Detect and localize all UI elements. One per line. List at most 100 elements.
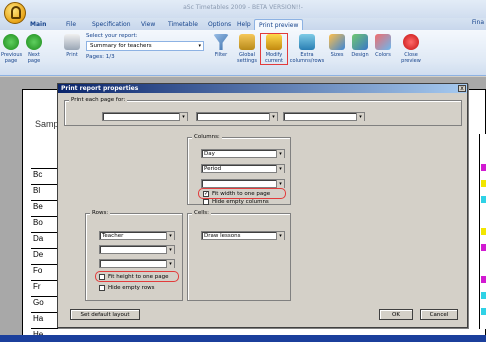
menu-tabs: Main File Specification View Timetable O… [0,18,486,30]
tab-view[interactable]: View [137,19,159,30]
row-label: Da [33,234,44,243]
chevron-down-icon: ▾ [356,113,364,121]
chevron-down-icon: ▾ [276,180,284,188]
row-label: Bl [33,186,41,195]
power-icon [403,34,419,50]
rows-select-1-value: Teacher [102,233,124,239]
pages-indicator: Pages: 1/3 [86,54,115,60]
print-button[interactable]: Print [62,34,82,58]
arrow-right-icon [26,34,42,50]
chevron-down-icon: ▾ [269,113,277,121]
global-settings-label: Global settings [237,52,257,64]
close-icon[interactable]: x [458,85,466,92]
rows-select-2[interactable]: ▾ [99,245,175,254]
columns-select-1-value: Day [204,151,215,157]
previous-page-button[interactable]: Previous page [1,34,22,64]
chevron-down-icon: ▾ [276,150,284,158]
chevron-down-icon: ▾ [276,232,284,240]
cancel-button[interactable]: Cancel [420,309,458,320]
row-label: Fr [33,282,41,291]
lesson-cell [481,196,486,203]
lesson-cell [481,308,486,315]
extra-columns-rows-button[interactable]: Extra columns/rows [289,34,325,64]
chevron-down-icon: ▾ [166,246,174,254]
print-each-page-group: Print each page for: ▾ ▾ ▾ [64,97,462,126]
arrow-left-icon [3,34,19,50]
global-settings-button[interactable]: Global settings [234,34,260,64]
page-for-select-3[interactable]: ▾ [283,112,365,121]
select-report-label: Select your report: [86,33,138,39]
rows-select-1[interactable]: Teacher ▾ [99,231,175,240]
columns-select-3[interactable]: ▾ [201,179,285,188]
row-label: Ha [33,314,44,323]
lesson-cell [481,276,486,283]
columns-select-1[interactable]: Day ▾ [201,149,285,158]
checkbox-box [203,199,209,205]
highlight-oval [95,271,179,282]
row-label: De [33,250,44,259]
sizes-icon [329,34,345,50]
print-label: Print [66,52,78,58]
filter-button[interactable]: Filter [211,34,231,58]
row-label: Go [33,298,44,307]
chevron-down-icon: ▾ [198,43,201,49]
design-button[interactable]: Design [349,34,371,58]
columns-select-2[interactable]: Period ▾ [201,164,285,173]
hide-empty-columns-checkbox[interactable]: Hide empty columns [203,199,269,206]
ok-button[interactable]: OK [379,309,413,320]
tab-help[interactable]: Help [233,19,255,30]
modify-icon [266,34,282,50]
page-for-select-1[interactable]: ▾ [102,112,188,121]
page-for-select-2[interactable]: ▾ [196,112,278,121]
set-default-layout-button[interactable]: Set default layout [70,309,140,320]
highlight-oval [198,188,286,199]
print-each-page-label: Print each page for: [69,97,128,103]
rows-label: Rows: [90,210,111,216]
columns-select-2-value: Period [204,166,222,172]
tab-timetable[interactable]: Timetable [164,19,202,30]
design-label: Design [351,52,369,58]
next-page-label: Next page [27,52,41,64]
title-bar: aSc Timetables 2009 - BETA VERSION!!- [0,0,486,18]
tab-print-preview[interactable]: Print preview [254,19,304,30]
next-page-button[interactable]: Next page [24,34,44,64]
dialog-title: Print report properties [58,84,467,93]
chevron-down-icon: ▾ [166,232,174,240]
tab-main[interactable]: Main [26,19,50,30]
tab-fina[interactable]: Fina [472,19,484,26]
lesson-cell [481,244,486,251]
chevron-down-icon: ▾ [166,260,174,268]
tab-specification[interactable]: Specification [88,19,135,30]
cells-label: Cells: [192,210,211,216]
app-menu-button[interactable] [4,2,26,24]
hide-empty-rows-checkbox[interactable]: Hide empty rows [99,285,155,292]
rows-group: Rows: Teacher ▾ ▾ ▾ Fit height to one pa… [85,210,183,301]
lesson-cell [481,164,486,171]
sizes-button[interactable]: Sizes [328,34,346,58]
close-preview-label: Close preview [401,52,421,64]
row-divider [31,328,71,329]
colors-button[interactable]: Colors [372,34,394,58]
design-icon [352,34,368,50]
timetable-edge-strip [479,134,486,329]
close-preview-button[interactable]: Close preview [398,34,424,64]
window-title: aSc Timetables 2009 - BETA VERSION!!- [183,4,303,11]
modify-current-button[interactable]: Modify current [260,33,288,65]
taskbar [0,335,486,342]
report-select-value: Summary for teachers [90,43,152,49]
tab-file[interactable]: File [62,19,80,30]
modify-current-label: Modify current [264,52,284,64]
cells-group: Cells: Draw lessons ▾ [187,210,291,301]
cells-select[interactable]: Draw lessons ▾ [201,231,285,240]
tab-options[interactable]: Options [204,19,235,30]
rows-select-3[interactable]: ▾ [99,259,175,268]
report-select[interactable]: Summary for teachers ▾ [86,41,204,51]
cells-select-value: Draw lessons [204,233,241,239]
print-report-properties-dialog: Print report properties x Print each pag… [57,83,468,328]
hide-empty-rows-label: Hide empty rows [108,285,155,291]
lesson-cell [481,180,486,187]
row-label: Fo [33,266,43,275]
columns-label: Columns: [192,134,222,140]
chevron-down-icon: ▾ [179,113,187,121]
hide-empty-columns-label: Hide empty columns [212,199,269,205]
